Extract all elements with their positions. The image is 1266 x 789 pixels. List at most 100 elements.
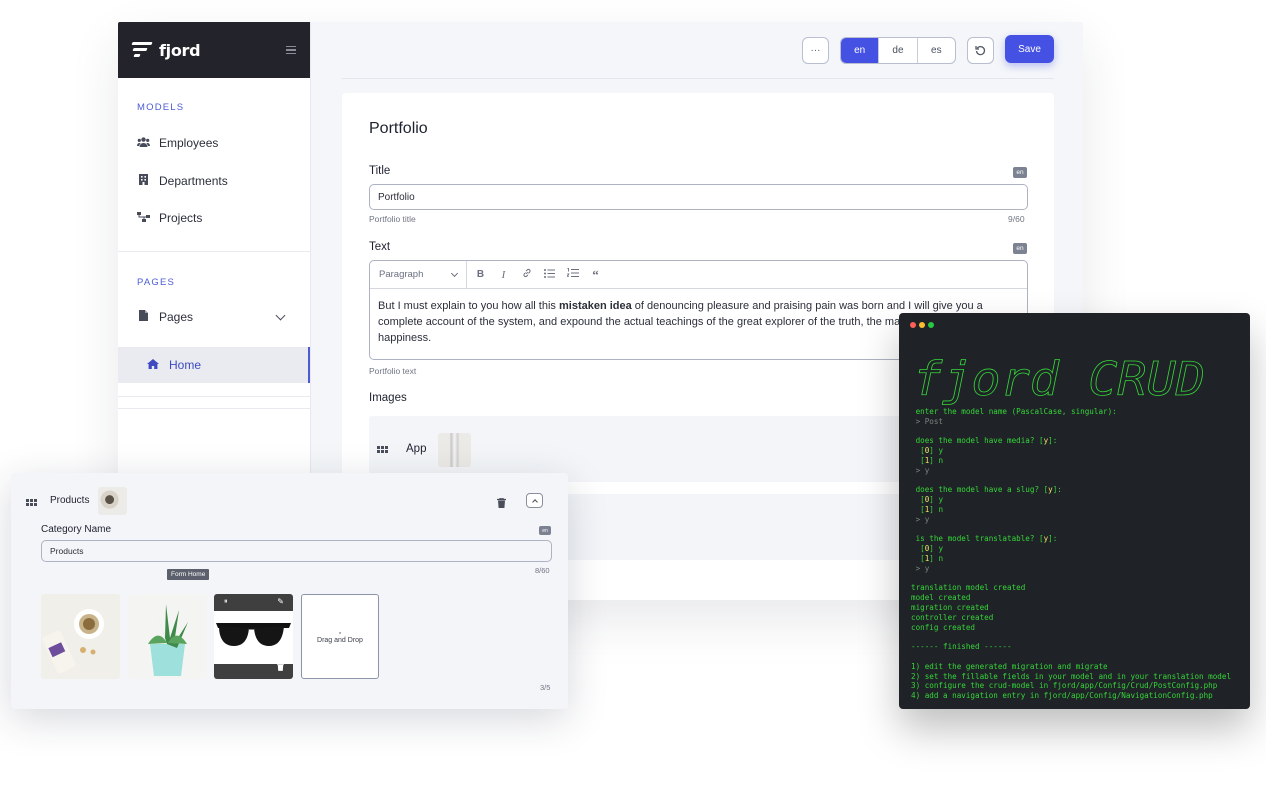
collapse-button[interactable] (526, 493, 543, 508)
sitemap-icon (136, 211, 150, 225)
terminal-line: does the model have media? [y]: (911, 436, 1058, 446)
panel-title: Products (50, 495, 90, 506)
sidebar-item-departments[interactable]: Departments (118, 163, 310, 199)
language-badge: en (539, 526, 551, 535)
maximize-icon[interactable] (928, 322, 934, 328)
text-hint: Portfolio text (369, 366, 417, 376)
divider (342, 78, 1054, 79)
sidebar-item-employees[interactable]: Employees (118, 125, 310, 161)
terminal-line: [1] n (911, 505, 944, 514)
text-field-label: Text (369, 241, 391, 253)
terminal-line: controller created (911, 612, 994, 622)
upload-icon: ▫ (338, 629, 342, 637)
menu-toggle-icon[interactable] (286, 44, 296, 57)
images-field-label: Images (369, 392, 407, 404)
bold-icon[interactable]: B (469, 269, 492, 280)
chevron-down-icon[interactable] (275, 310, 286, 320)
terminal-window: fjord CRUD enter the model name (PascalC… (899, 313, 1250, 709)
terminal-line: [0] y (911, 544, 944, 554)
language-es-button[interactable]: es (916, 38, 955, 63)
drag-handle-icon[interactable] (377, 446, 388, 453)
svg-text:fjord CRUD: fjord CRUD (913, 352, 1205, 405)
terminal-line: ------ finished ------ (911, 642, 1012, 652)
image-dropzone[interactable]: ▫ Drag and Drop (301, 594, 379, 679)
image-plant[interactable] (128, 594, 207, 679)
chevron-up-icon (532, 499, 538, 505)
terminal-line: > Post (911, 416, 944, 426)
home-icon (146, 358, 160, 372)
terminal-line: 2) set the fillable fields in your model… (911, 671, 1232, 681)
language-badge: en (1013, 243, 1027, 254)
trash-icon[interactable] (497, 495, 506, 513)
image-count: 3/5 (540, 683, 551, 692)
minimize-icon[interactable] (919, 322, 925, 328)
sidebar-item-label: Projects (159, 211, 203, 225)
language-en-button[interactable]: en (841, 38, 879, 63)
terminal-line: is the model translatable? [y]: (911, 534, 1058, 544)
window-controls (910, 322, 934, 328)
top-toolbar: ··· en de es Save (311, 22, 1083, 78)
terminal-line: model created (911, 593, 971, 603)
terminal-line: [1] n (911, 456, 944, 465)
terminal-line: config created (911, 622, 976, 632)
sidebar-item-label: Departments (159, 174, 228, 188)
link-icon[interactable] (515, 268, 538, 281)
page-title: Portfolio (369, 120, 428, 137)
sidebar-item-label: Home (169, 358, 202, 372)
ascii-title-art: fjord CRUD (913, 352, 1206, 405)
products-panel: Products Category Name en Products 8/60 … (11, 473, 568, 709)
fjord-logo-icon (131, 42, 153, 58)
terminal-line: > y (911, 563, 930, 573)
edit-icon[interactable]: ✎ (277, 597, 284, 606)
users-icon (136, 136, 150, 150)
bullet-list-icon[interactable] (538, 268, 561, 281)
section-label-pages: PAGES (137, 277, 176, 288)
tooltip: Form Home (167, 569, 210, 580)
divider (118, 396, 311, 397)
terminal-line: [0] y (911, 495, 944, 505)
terminal-line: 4) add a navigation entry in fjord/app/C… (911, 691, 1213, 701)
language-switcher: en de es (840, 37, 956, 64)
format-select[interactable]: Paragraph (370, 261, 467, 289)
image-tea[interactable] (41, 594, 120, 679)
italic-icon[interactable]: I (492, 269, 515, 281)
category-name-input[interactable]: Products (41, 540, 552, 562)
terminal-line: 3) configure the crud-model in fjord/app… (911, 681, 1218, 691)
undo-icon (975, 45, 986, 56)
title-field-label: Title (369, 165, 391, 177)
sidebar-item-label: Employees (159, 136, 219, 150)
category-field-label: Category Name (41, 524, 112, 535)
title-input[interactable]: Portfolio (369, 184, 1028, 210)
more-options-button[interactable]: ··· (802, 37, 829, 64)
blockquote-icon[interactable]: “ (584, 267, 607, 283)
language-badge: en (1013, 167, 1027, 178)
image-sunglasses[interactable]: ⏸ ✎ (214, 594, 293, 679)
language-de-button[interactable]: de (878, 38, 916, 63)
trash-icon[interactable] (277, 658, 284, 676)
terminal-line: translation model created (911, 583, 1026, 593)
file-icon (136, 310, 150, 324)
reorder-icon[interactable]: ⏸ (224, 598, 228, 606)
divider (118, 408, 311, 409)
close-icon[interactable] (910, 322, 916, 328)
editor-toolbar: Paragraph B I “ (370, 261, 1027, 289)
terminal-line: [0] y (911, 446, 944, 456)
terminal-line: [1] n (911, 554, 944, 563)
title-char-count: 9/60 (1008, 214, 1025, 224)
image-thumbnail[interactable] (438, 433, 471, 467)
save-button[interactable]: Save (1005, 35, 1054, 63)
numbered-list-icon[interactable] (561, 268, 584, 281)
sidebar-item-label: Pages (159, 310, 194, 324)
sidebar-item-pages[interactable]: Pages (118, 299, 310, 335)
revert-button[interactable] (967, 37, 994, 64)
brand-name: fjord (159, 40, 201, 60)
sidebar-item-home[interactable]: Home (118, 347, 310, 383)
dropzone-label: Drag and Drop (317, 636, 363, 644)
sidebar-item-projects[interactable]: Projects (118, 200, 310, 236)
terminal-line: > y (911, 465, 930, 475)
building-icon (136, 174, 150, 188)
terminal-line: enter the model name (PascalCase, singul… (911, 407, 1117, 416)
drag-handle-icon[interactable] (26, 499, 37, 506)
terminal-line: > y (911, 514, 930, 524)
product-thumbnail (98, 487, 127, 515)
